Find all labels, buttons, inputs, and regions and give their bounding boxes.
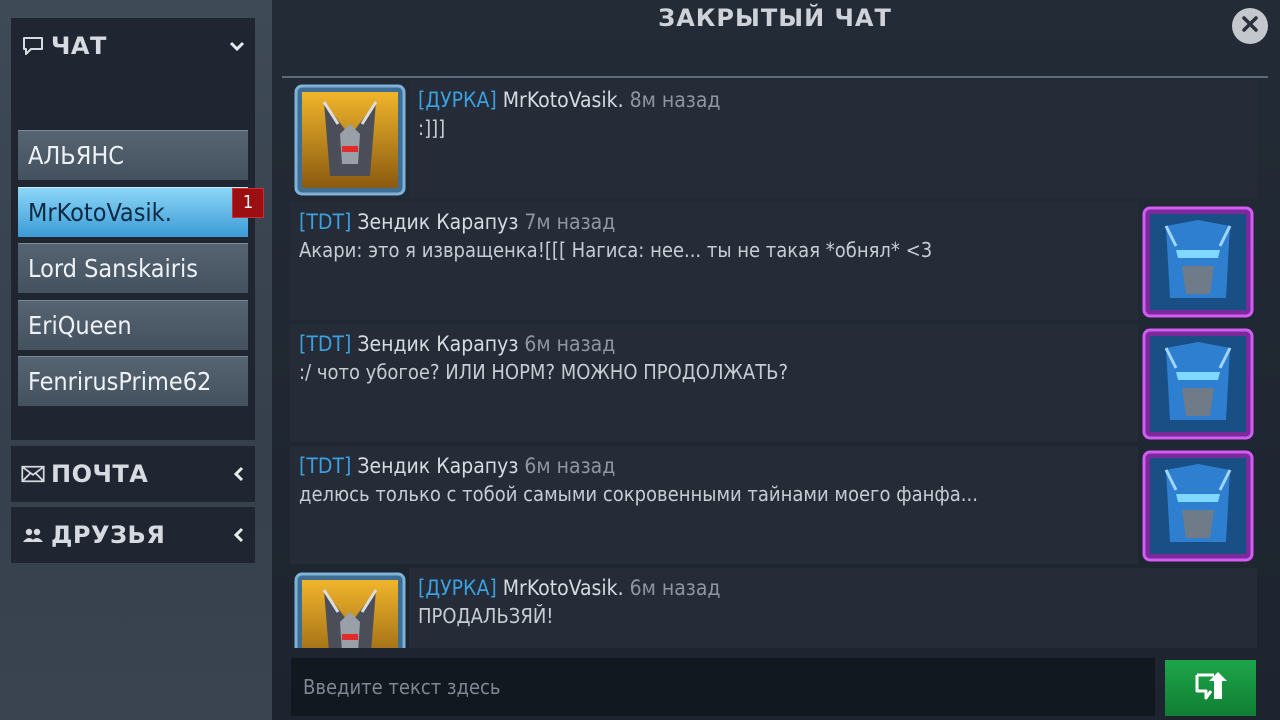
- avatar[interactable]: [1142, 450, 1254, 562]
- message-text: Акари: это я извращенка![[[ Нагиса: нее.…: [299, 238, 933, 262]
- chevron-left-icon[interactable]: [233, 507, 245, 563]
- message-body: [ДУРКА] MrKotoVasik. 8м назад :]]]: [409, 80, 1257, 198]
- chat-window: ЗАКРЫТЫЙ ЧАТ [ДУРКА] MrKotoVasik. 8м наз…: [272, 0, 1280, 720]
- avatar[interactable]: [1142, 206, 1254, 318]
- unread-badge: 1: [232, 187, 264, 218]
- mail-panel-title: ПОЧТА: [51, 460, 149, 488]
- chat-item-mrkotovasik[interactable]: MrKotoVasik. 1: [18, 186, 264, 237]
- sender-name[interactable]: MrKotoVasik.: [503, 576, 624, 600]
- message-text: :/ чото убогое? ИЛИ НОРМ? МОЖНО ПРОДОЛЖА…: [299, 360, 789, 384]
- message-item: [TDT] Зендик Карапуз 6м назад :/ чото убог…: [290, 324, 1258, 442]
- message-list[interactable]: [ДУРКА] MrKotoVasik. 8м назад :]]] [TDT] Зе…: [290, 78, 1258, 648]
- friends-panel[interactable]: ДРУЗЬЯ: [11, 507, 255, 563]
- chat-item-eriqueen[interactable]: EriQueen: [18, 299, 248, 350]
- message-body: [TDT] Зендик Карапуз 7м назад Акари: это я…: [290, 202, 1138, 320]
- message-header: [TDT] Зендик Карапуз 6м назад: [299, 332, 615, 356]
- avatar[interactable]: [1142, 328, 1254, 440]
- message-item: [TDT] Зендик Карапуз 6м назад делюсь тольк…: [290, 446, 1258, 564]
- chat-item-label: АЛЬЯНС: [28, 141, 124, 170]
- close-icon: [1241, 15, 1259, 37]
- message-header: [TDT] Зендик Карапуз 7м назад: [299, 210, 615, 234]
- sender-name[interactable]: Зендик Карапуз: [357, 332, 518, 356]
- message-time: 7м назад: [524, 210, 616, 234]
- chat-list: АЛЬЯНС MrKotoVasik. 1 Lord Sanskairis Er…: [18, 130, 264, 413]
- message-text: ПРОДАЛЬЗЯЙ!: [418, 604, 554, 628]
- mail-panel-header[interactable]: ПОЧТА: [11, 446, 255, 502]
- chat-item-alliance[interactable]: АЛЬЯНС: [18, 130, 248, 180]
- message-text: делюсь только с тобой самыми сокровенным…: [299, 482, 978, 506]
- mail-panel[interactable]: ПОЧТА: [11, 446, 255, 502]
- message-input[interactable]: [291, 658, 1155, 716]
- alliance-tag[interactable]: [ДУРКА]: [418, 576, 497, 600]
- message-item: [TDT] Зендик Карапуз 7м назад Акари: это я…: [290, 202, 1258, 320]
- sender-name[interactable]: MrKotoVasik.: [503, 88, 624, 112]
- avatar[interactable]: [294, 84, 406, 196]
- chat-item-label: MrKotoVasik.: [28, 197, 172, 227]
- chat-item-label: FenrirusPrime62: [28, 367, 212, 396]
- send-icon: [1194, 669, 1228, 707]
- message-body: [TDT] Зендик Карапуз 6м назад делюсь тольк…: [290, 446, 1138, 564]
- chat-item-label: EriQueen: [28, 310, 132, 340]
- chat-panel: ЧАТ АЛЬЯНС MrKotoVasik. 1 Lord Sanskairi…: [11, 18, 264, 440]
- friends-panel-header[interactable]: ДРУЗЬЯ: [11, 507, 255, 563]
- alliance-tag[interactable]: [ДУРКА]: [418, 88, 497, 112]
- chat-item-lord-sanskairis[interactable]: Lord Sanskairis: [18, 243, 248, 293]
- alliance-tag[interactable]: [TDT]: [299, 454, 351, 478]
- message-text: :]]]: [418, 116, 446, 140]
- chevron-left-icon[interactable]: [233, 446, 245, 502]
- alliance-tag[interactable]: [TDT]: [299, 332, 351, 356]
- envelope-icon: [21, 462, 45, 486]
- message-time: 8м назад: [629, 88, 721, 112]
- message-time: 6м назад: [524, 454, 616, 478]
- message-item: [ДУРКА] MrKotoVasik. 8м назад :]]]: [290, 80, 1258, 198]
- people-icon: [21, 523, 45, 547]
- sender-name[interactable]: Зендик Карапуз: [357, 210, 518, 234]
- sidebar: ЧАТ АЛЬЯНС MrKotoVasik. 1 Lord Sanskairi…: [0, 0, 272, 720]
- close-button[interactable]: [1232, 8, 1268, 44]
- chat-panel-header[interactable]: ЧАТ: [11, 18, 255, 74]
- message-item: [ДУРКА] MrKotoVasik. 6м назад ПРОДАЛЬЗЯЙ!: [290, 568, 1258, 648]
- message-body: [ДУРКА] MrKotoVasik. 6м назад ПРОДАЛЬЗЯЙ!: [409, 568, 1257, 648]
- friends-panel-title: ДРУЗЬЯ: [51, 521, 166, 549]
- send-button[interactable]: [1165, 660, 1256, 716]
- chevron-down-icon[interactable]: [229, 18, 245, 74]
- avatar[interactable]: [294, 572, 406, 648]
- speech-bubble-icon: [21, 34, 45, 58]
- chat-panel-title: ЧАТ: [51, 32, 107, 60]
- page-title: ЗАКРЫТЫЙ ЧАТ: [658, 4, 892, 32]
- message-header: [ДУРКА] MrKotoVasik. 8м назад: [418, 88, 720, 112]
- message-header: [TDT] Зендик Карапуз 6м назад: [299, 454, 615, 478]
- message-body: [TDT] Зендик Карапуз 6м назад :/ чото убог…: [290, 324, 1138, 442]
- message-time: 6м назад: [524, 332, 616, 356]
- title-bar: ЗАКРЫТЫЙ ЧАТ: [282, 0, 1268, 78]
- message-time: 6м назад: [629, 576, 721, 600]
- alliance-tag[interactable]: [TDT]: [299, 210, 351, 234]
- message-header: [ДУРКА] MrKotoVasik. 6м назад: [418, 576, 720, 600]
- sender-name[interactable]: Зендик Карапуз: [357, 454, 518, 478]
- chat-item-label: Lord Sanskairis: [28, 254, 198, 283]
- chat-item-fenrirusprime62[interactable]: FenrirusPrime62: [18, 356, 248, 406]
